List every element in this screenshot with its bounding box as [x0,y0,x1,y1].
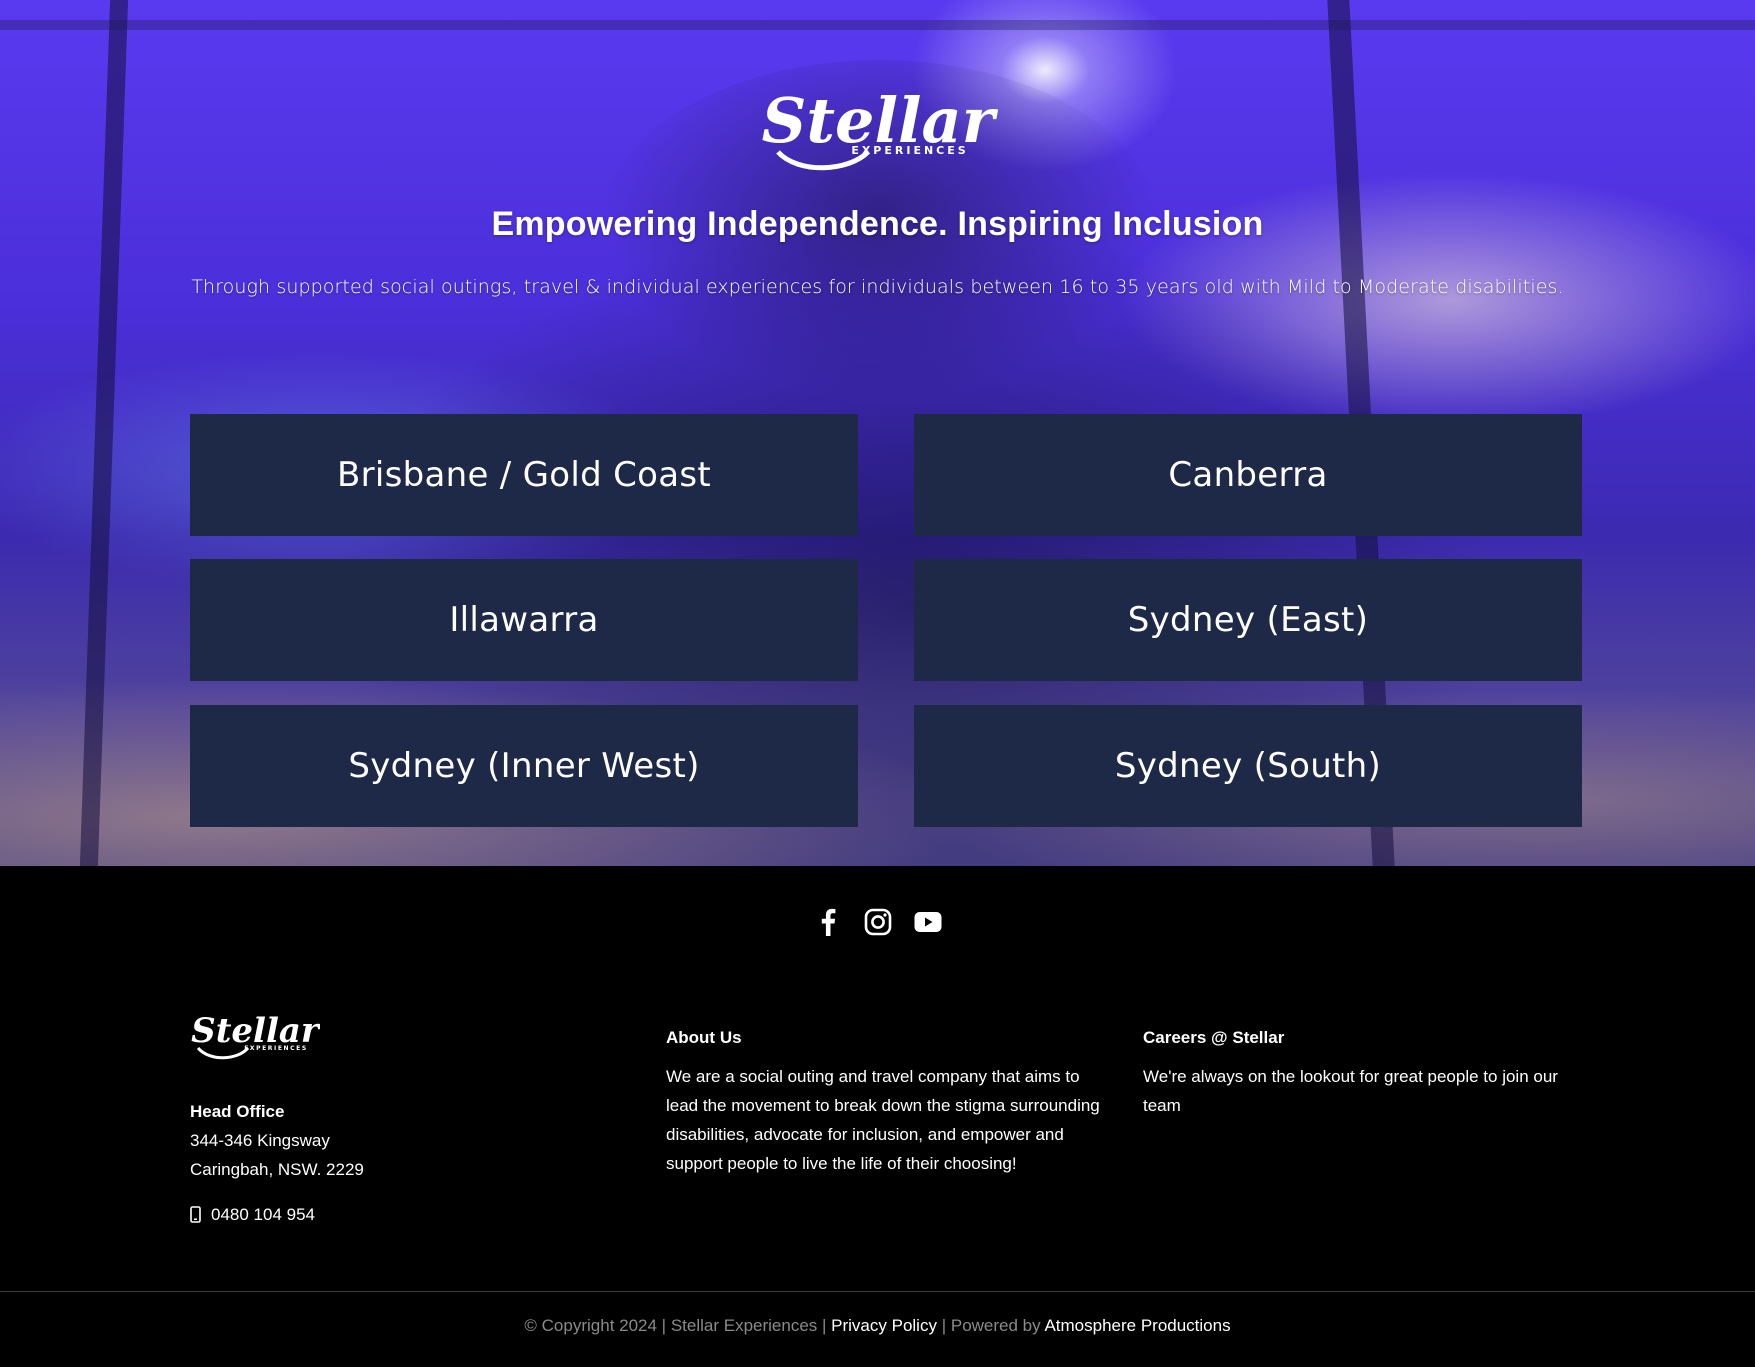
careers-title: Careers @ Stellar [1143,1028,1285,1047]
social-links [0,908,1755,936]
footer-divider [0,1291,1755,1292]
mobile-phone-icon [190,1206,201,1223]
head-office-address-line1: 344-346 Kingsway [190,1131,330,1150]
about-us-title: About Us [666,1028,742,1047]
site-footer: Stellar EXPERIENCES Head Office 344-346 … [0,866,1755,1367]
head-office-address-line2: Caringbah, NSW. 2229 [190,1160,364,1179]
head-office-phone-number[interactable]: 0480 104 954 [211,1200,315,1229]
footer-logo-tagline: EXPERIENCES [244,1045,308,1052]
head-office-phone[interactable]: 0480 104 954 [190,1200,630,1229]
head-office-title: Head Office [190,1102,285,1121]
bottom-separator: | [941,1316,947,1335]
location-button-illawarra[interactable]: Illawarra [190,559,858,681]
hero-logo[interactable]: Stellar EXPERIENCES [0,82,1755,183]
careers-text: We're always on the lookout for great pe… [1143,1067,1558,1115]
location-button-sydney-south[interactable]: Sydney (South) [914,705,1582,827]
location-button-sydney-east[interactable]: Sydney (East) [914,559,1582,681]
footer-column-head-office: Stellar EXPERIENCES Head Office 344-346 … [190,1010,630,1229]
location-button-canberra[interactable]: Canberra [914,414,1582,536]
footer-column-about: About Us We are a social outing and trav… [666,1028,1106,1178]
hero-subheadline: Through supported social outings, travel… [191,276,1564,298]
youtube-icon[interactable] [914,908,942,936]
atmosphere-productions-link[interactable]: Atmosphere Productions [1044,1316,1230,1335]
location-button-brisbane-gold-coast[interactable]: Brisbane / Gold Coast [190,414,858,536]
instagram-icon[interactable] [864,908,892,936]
privacy-policy-link[interactable]: Privacy Policy [831,1316,937,1335]
facebook-icon[interactable] [814,908,842,936]
location-button-sydney-inner-west[interactable]: Sydney (Inner West) [190,705,858,827]
powered-by-label: Powered by [950,1316,1041,1335]
stellar-logo[interactable]: Stellar EXPERIENCES [758,82,998,178]
footer-bottom-bar: © Copyright 2024 | Stellar Experiences |… [0,1316,1755,1336]
hero-headline: Empowering Independence. Inspiring Inclu… [491,205,1264,243]
logo-tagline: EXPERIENCES [851,144,968,157]
hero-section: Stellar EXPERIENCES Empowering Independe… [0,0,1755,866]
footer-column-careers: Careers @ Stellar We're always on the lo… [1143,1028,1583,1120]
copyright-text: © Copyright 2024 | Stellar Experiences | [524,1316,827,1335]
hero-background-frame [0,20,1755,30]
about-us-text: We are a social outing and travel compan… [666,1067,1100,1173]
footer-stellar-logo[interactable]: Stellar EXPERIENCES [190,1010,321,1062]
